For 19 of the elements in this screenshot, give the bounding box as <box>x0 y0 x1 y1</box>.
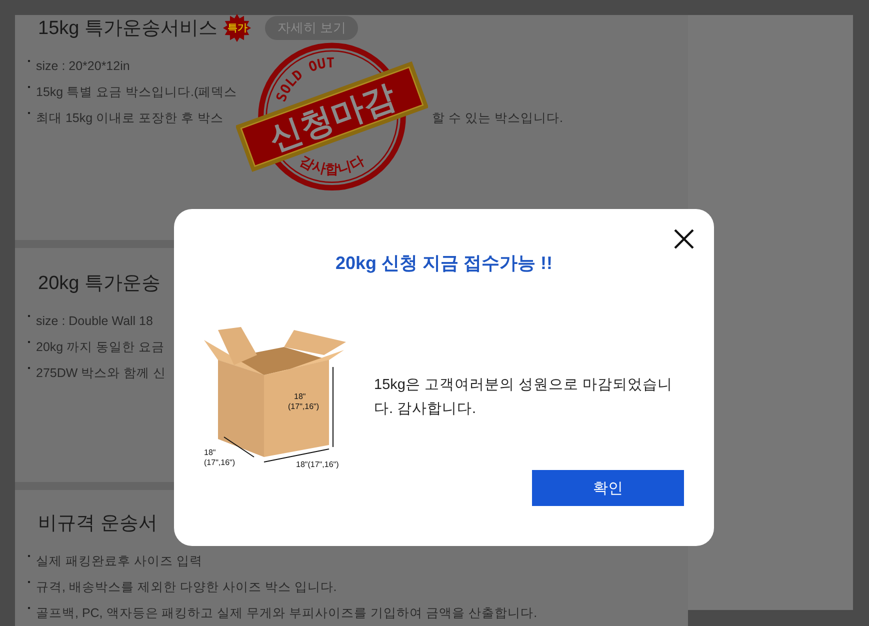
feature-text: 규격, 배송박스를 제외한 다양한 사이즈 박스 입니다. <box>36 578 337 596</box>
feature-text: 275DW 박스와 함께 신 <box>36 364 166 382</box>
service-title: 15kg 특가운송서비스 <box>38 17 218 41</box>
feature-text: 할 수 있는 박스입니다. <box>432 110 563 126</box>
sale-badge: 특가 <box>223 14 252 42</box>
feature-text: 실제 패킹완료후 사이즈 입력 <box>36 552 202 570</box>
feature-text: 15kg 특별 요금 박스입니다.(페덱스 <box>36 84 238 100</box>
feature-text: 골프백, PC, 액자등은 패킹하고 실제 무게와 부피사이즈를 기입하여 금액을 산출합니다. <box>36 604 538 622</box>
feature-text: 20kg 까지 동일한 요금 <box>36 338 165 356</box>
service-title: 비규격 운송서 <box>38 512 158 536</box>
dialog-message: 15kg은 고객여러분의 성원으로 마감되었습니다. 감사합니다. <box>374 376 674 419</box>
feature-text: 최대 15kg 이내로 포장한 후 박스 <box>36 110 224 126</box>
service-title: 20kg 특가운송 <box>38 272 160 296</box>
cardboard-box-drawing: 18" (17",16") 18" (17",16") 18"(17",16") <box>204 327 369 472</box>
dialog-title: 20kg 신청 지금 접수가능 !! <box>334 252 554 275</box>
feature-text: size : Double Wall 18 <box>36 314 153 328</box>
confirm-button[interactable]: 확인 <box>532 470 684 506</box>
feature-text: size : 20*20*12in <box>36 59 130 73</box>
close-icon[interactable] <box>674 229 694 249</box>
